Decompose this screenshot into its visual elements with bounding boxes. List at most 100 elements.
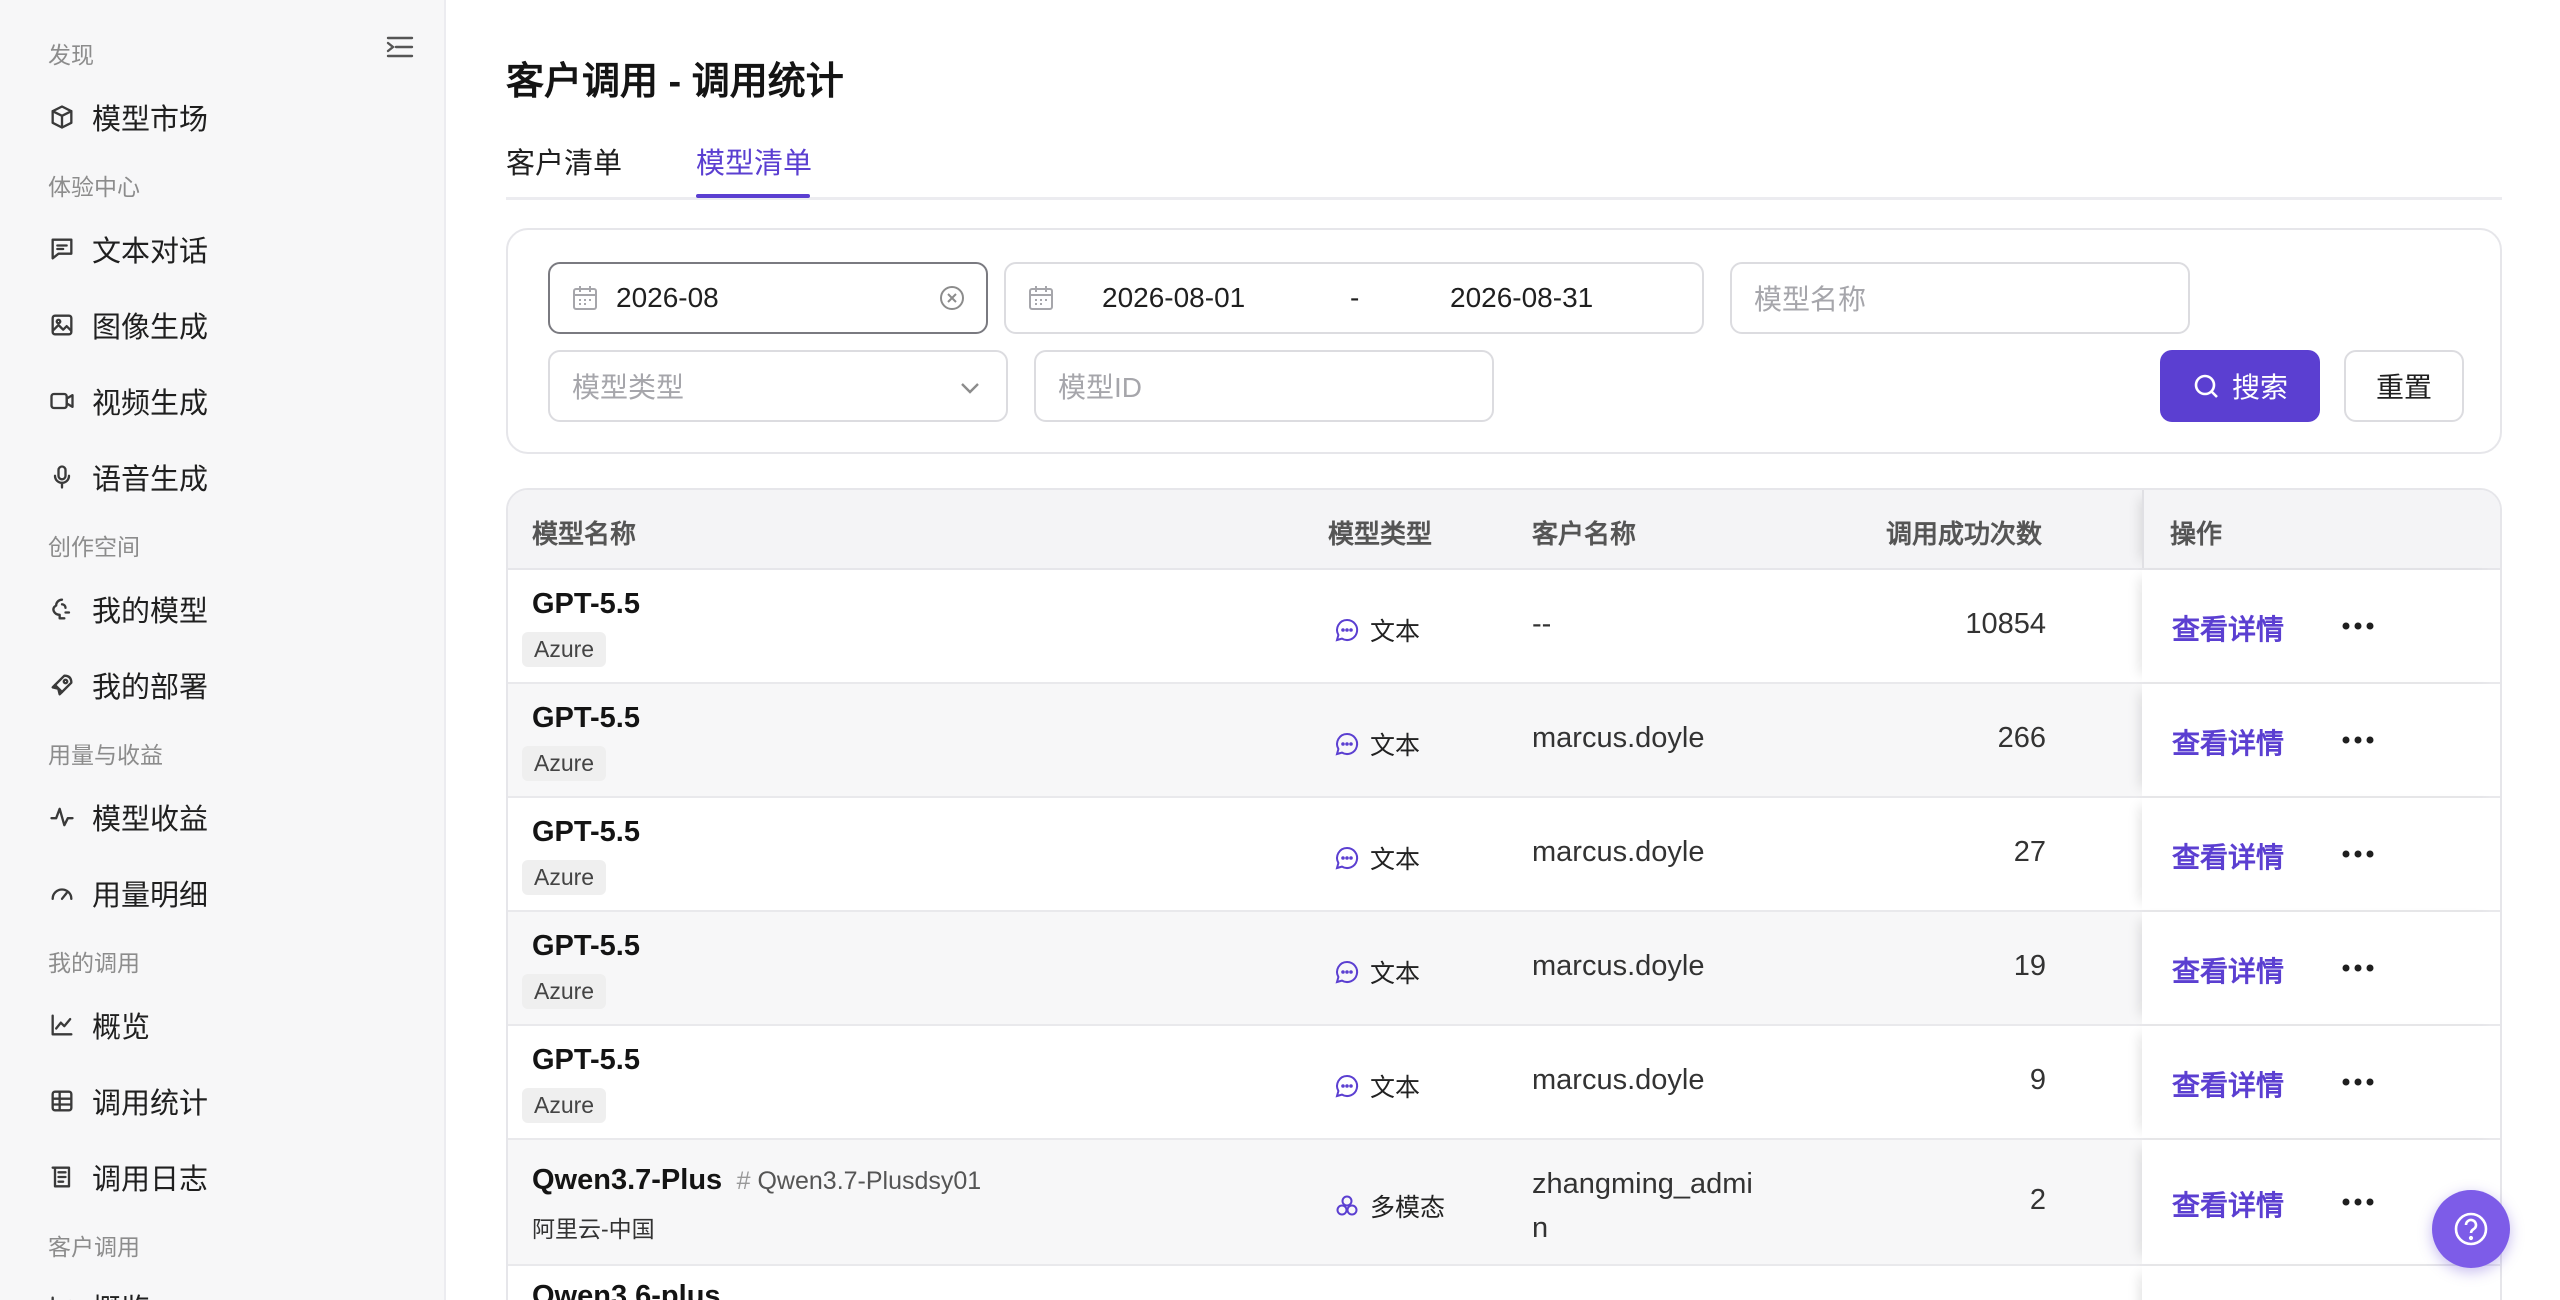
clear-icon[interactable] xyxy=(938,284,966,312)
model-name-input[interactable]: 模型名称 xyxy=(1730,262,2190,334)
success-count: 19 xyxy=(2013,950,2046,982)
more-options-icon[interactable] xyxy=(2338,730,2378,750)
view-details-link[interactable]: 查看详情 xyxy=(2172,836,2284,876)
sidebar-item-image-gen[interactable]: 图像生成 xyxy=(46,298,416,352)
model-id-tag: # Qwen3.7-Plusdsy01 xyxy=(737,1167,982,1195)
sidebar-item-voice-gen[interactable]: 语音生成 xyxy=(46,450,416,504)
success-count: 266 xyxy=(1997,722,2046,754)
column-header-customer: 客户名称 xyxy=(1532,519,1637,549)
model-type-placeholder: 模型类型 xyxy=(572,372,685,403)
sidebar-item-my-deploy[interactable]: 我的部署 xyxy=(46,658,416,712)
more-options-icon[interactable] xyxy=(2338,1192,2378,1212)
chat-icon xyxy=(46,233,78,265)
reset-button[interactable]: 重置 xyxy=(2344,350,2464,422)
help-button[interactable] xyxy=(2432,1190,2510,1268)
table-row[interactable]: Qwen3.7-Plus # Qwen3.7-Plusdsy01 阿里云-中国 … xyxy=(508,1140,2500,1266)
model-type-cell: 文本 xyxy=(1334,1068,1420,1104)
model-type-cell: 文本 xyxy=(1334,840,1420,876)
sidebar-item-text-chat[interactable]: 文本对话 xyxy=(46,222,416,276)
sidebar-item-customer-overview[interactable]: 概览 xyxy=(46,1280,416,1300)
model-name-cell: Qwen3.6-plus xyxy=(532,1280,721,1300)
chat-bubble-icon xyxy=(1335,618,1359,642)
sidebar-item-call-log[interactable]: 调用日志 xyxy=(46,1150,416,1204)
provider-label: Azure xyxy=(522,974,607,1009)
model-type-cell: 文本 xyxy=(1334,954,1420,990)
search-button-label: 搜索 xyxy=(2231,372,2288,403)
customer-name: -- xyxy=(1532,608,1552,640)
view-details-link[interactable]: 查看详情 xyxy=(2172,608,2284,648)
model-name: GPT-5.5 xyxy=(532,588,640,620)
view-details-link[interactable]: 查看详情 xyxy=(2172,722,2284,762)
table-row[interactable]: GPT-5.5 Azure 文本 marcus.doyle 27 查看详情 xyxy=(508,798,2500,912)
table-row[interactable]: GPT-5.5 Azure 文本 marcus.doyle 9 查看详情 xyxy=(508,1026,2500,1140)
question-icon xyxy=(2454,1212,2488,1246)
pulse-icon xyxy=(46,801,78,833)
search-button[interactable]: 搜索 xyxy=(2160,350,2320,422)
gauge-icon xyxy=(46,877,78,909)
sidebar-item-usage-detail[interactable]: 用量明细 xyxy=(46,866,416,920)
log-icon xyxy=(46,1161,78,1193)
sidebar-item-my-models[interactable]: 我的模型 xyxy=(46,582,416,636)
model-id: Qwen3.7-Plusdsy01 xyxy=(757,1167,982,1195)
sidebar-item-overview[interactable]: 概览 xyxy=(46,998,416,1052)
model-name: Qwen3.7-Plus xyxy=(532,1164,723,1196)
provider-tag: Azure xyxy=(522,974,607,1009)
tab-customer-list[interactable]: 客户清单 xyxy=(506,140,622,182)
model-type-cell: 文本 xyxy=(1334,612,1420,648)
table-row[interactable]: GPT-5.5 Azure 文本 marcus.doyle 266 查看详情 xyxy=(508,684,2500,798)
model-name: Qwen3.6-plus xyxy=(532,1280,721,1300)
table-row[interactable]: GPT-5.5 Azure 文本 -- 10854 查看详情 xyxy=(508,570,2500,684)
sidebar-group-discover: 发现 xyxy=(48,42,94,68)
sidebar-group-experience: 体验中心 xyxy=(48,174,140,200)
model-type-cell: 多模态 xyxy=(1334,1188,1445,1224)
model-type-label: 文本 xyxy=(1370,618,1421,646)
customer-name: marcus.doyle xyxy=(1532,950,1705,982)
video-icon xyxy=(46,385,78,417)
model-name-cell: GPT-5.5 xyxy=(532,702,640,735)
tab-model-list[interactable]: 模型清单 xyxy=(696,140,812,182)
customer-name: marcus.doyle xyxy=(1532,836,1705,868)
date-end[interactable]: 2026-08-31 xyxy=(1450,282,1593,314)
view-details-link[interactable]: 查看详情 xyxy=(2172,1184,2284,1224)
sidebar-item-call-stats[interactable]: 调用统计 xyxy=(46,1074,416,1128)
model-name-cell: GPT-5.5 xyxy=(532,1044,640,1077)
sidebar-item-video-gen[interactable]: 视频生成 xyxy=(46,374,416,428)
active-tab-indicator xyxy=(696,194,810,198)
sidebar-group-usage: 用量与收益 xyxy=(48,742,163,768)
sidebar-item-label: 文本对话 xyxy=(92,236,209,268)
page-title: 客户调用 - 调用统计 xyxy=(506,61,844,103)
view-details-link[interactable]: 查看详情 xyxy=(2172,950,2284,990)
sidebar-item-label: 调用日志 xyxy=(92,1164,209,1196)
model-type-select[interactable]: 模型类型 xyxy=(548,350,1008,422)
sidebar-group-customer-calls: 客户调用 xyxy=(48,1234,140,1260)
sidebar-group-creation: 创作空间 xyxy=(48,534,140,560)
more-options-icon[interactable] xyxy=(2338,844,2378,864)
date-range-picker[interactable]: 2026-08-01 - 2026-08-31 xyxy=(1004,262,1704,334)
model-stats-table: 模型名称 模型类型 客户名称 调用成功次数 操作 GPT-5.5 Azure 文… xyxy=(506,488,2502,1300)
month-picker[interactable]: 2026-08 xyxy=(548,262,988,334)
collapse-menu-icon[interactable] xyxy=(382,32,418,62)
view-details-link[interactable]: 查看详情 xyxy=(2172,1064,2284,1104)
model-name: GPT-5.5 xyxy=(532,816,640,848)
more-options-icon[interactable] xyxy=(2338,1072,2378,1092)
table-icon xyxy=(46,1085,78,1117)
model-id-input[interactable]: 模型ID xyxy=(1034,350,1494,422)
date-start[interactable]: 2026-08-01 xyxy=(1102,282,1245,314)
sidebar-item-model-market[interactable]: 模型市场 xyxy=(46,90,416,144)
operation-cell: 查看详情 xyxy=(2142,1026,2500,1138)
customer-name-line: n xyxy=(1532,1212,1549,1244)
more-options-icon[interactable] xyxy=(2338,616,2378,636)
success-count: 10854 xyxy=(1965,608,2046,640)
more-options-icon[interactable] xyxy=(2338,958,2378,978)
sidebar-item-label: 图像生成 xyxy=(92,312,209,344)
sidebar-item-model-revenue[interactable]: 模型收益 xyxy=(46,790,416,844)
table-row[interactable]: Qwen3.6-plus xyxy=(508,1266,2500,1300)
operation-cell: 查看详情 xyxy=(2142,912,2500,1024)
filter-panel: 2026-08 2026-08-01 - 2026-08-31 模型名称 模型类… xyxy=(506,228,2502,454)
hash-icon: # xyxy=(736,1167,751,1195)
table-row[interactable]: GPT-5.5 Azure 文本 marcus.doyle 19 查看详情 xyxy=(508,912,2500,1026)
model-type-label: 文本 xyxy=(1370,1074,1421,1102)
provider-label: Azure xyxy=(522,632,607,667)
provider-label: Azure xyxy=(522,1088,607,1123)
sidebar-group-my-calls: 我的调用 xyxy=(48,950,140,976)
